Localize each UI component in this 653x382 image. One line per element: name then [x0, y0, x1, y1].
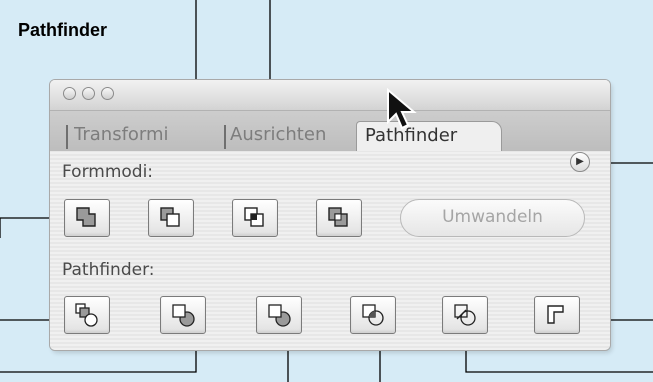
outline-button[interactable] [442, 296, 488, 334]
tab-divider [224, 125, 226, 149]
merge-button[interactable] [256, 296, 302, 334]
divide-button[interactable] [64, 296, 110, 334]
palette-menu-button[interactable]: ▶ [570, 152, 590, 172]
pathfinders-label: Pathfinder: [62, 260, 155, 280]
pathfinder-palette: Transformi Ausrichten Pathfinder ▶ Formm… [50, 80, 610, 350]
exclude-overlapping-shape-areas-icon [328, 207, 348, 227]
crop-icon [362, 304, 384, 326]
merge-icon [268, 304, 291, 327]
shape-modes-label: Formmodi: [62, 162, 154, 182]
intersect-shape-areas-icon [244, 207, 264, 227]
trim-icon [172, 304, 195, 327]
convert-button[interactable]: Umwandeln [400, 199, 585, 237]
trim-button[interactable] [160, 296, 206, 334]
crop-button[interactable] [350, 296, 396, 334]
add-to-shape-area-icon [76, 207, 96, 227]
palette-title-bar[interactable] [50, 80, 610, 111]
subtract-from-shape-area-button[interactable] [148, 199, 194, 237]
intersect-shape-areas-button[interactable] [232, 199, 278, 237]
zoom-window-button[interactable] [101, 87, 114, 100]
tab-transform[interactable]: Transformi [74, 121, 224, 151]
close-window-button[interactable] [63, 87, 76, 100]
outline-icon [454, 304, 476, 326]
add-to-shape-area-button[interactable] [64, 199, 110, 237]
minus-back-button[interactable] [534, 296, 580, 334]
play-arrow-icon: ▶ [576, 156, 584, 167]
exclude-overlapping-shape-areas-button[interactable] [316, 199, 362, 237]
tab-pathfinder[interactable]: Pathfinder [356, 121, 502, 151]
tab-align[interactable]: Ausrichten [230, 121, 355, 151]
minus-back-icon [547, 305, 564, 324]
minimize-window-button[interactable] [82, 87, 95, 100]
palette-tab-row: Transformi Ausrichten Pathfinder ▶ [50, 111, 610, 172]
mouse-pointer-icon [387, 88, 417, 130]
tab-divider [66, 125, 68, 149]
divide-icon [75, 303, 98, 327]
subtract-from-shape-area-icon [160, 207, 180, 227]
